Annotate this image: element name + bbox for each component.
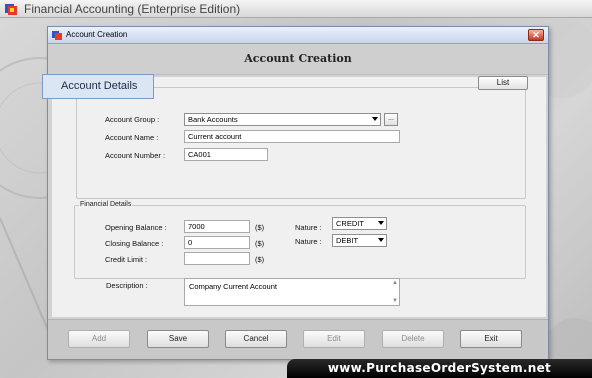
dialog-title-bar: Account Creation ✕ xyxy=(48,27,548,44)
credit-limit-label: Credit Limit : xyxy=(105,255,148,264)
dialog-app-icon xyxy=(52,31,62,40)
description-field[interactable]: Company Current Account ▲ ▼ xyxy=(184,278,400,306)
app-title: Financial Accounting (Enterprise Edition… xyxy=(24,2,241,16)
credit-limit-field[interactable] xyxy=(184,252,250,265)
opening-balance-field[interactable]: 7000 xyxy=(184,220,250,233)
nature-closing-value: DEBIT xyxy=(336,236,359,245)
closing-balance-unit: ($) xyxy=(255,239,265,248)
description-label: Description : xyxy=(106,281,148,290)
account-group-label: Account Group : xyxy=(105,115,160,124)
delete-button[interactable]: Delete xyxy=(382,330,444,348)
nature-select-opening[interactable]: CREDIT xyxy=(332,217,387,230)
dialog-title: Account Creation xyxy=(66,30,128,39)
browse-group-button[interactable]: ... xyxy=(384,113,398,126)
nature-debit-label: Nature : xyxy=(295,237,322,246)
financial-details-title: Financial Details xyxy=(79,201,133,208)
account-name-label: Account Name : xyxy=(105,133,159,142)
chevron-down-icon xyxy=(372,117,378,121)
heading-bar: Account Creation xyxy=(48,45,548,75)
add-button[interactable]: Add xyxy=(68,330,130,348)
nature-select-closing[interactable]: DEBIT xyxy=(332,234,387,247)
chevron-down-icon xyxy=(378,238,384,242)
account-number-field[interactable]: CA001 xyxy=(184,148,268,161)
cancel-button[interactable]: Cancel xyxy=(225,330,287,348)
opening-balance-label: Opening Balance : xyxy=(105,223,167,232)
exit-button[interactable]: Exit xyxy=(460,330,522,348)
close-button[interactable]: ✕ xyxy=(528,29,544,41)
list-button[interactable]: List xyxy=(478,76,528,90)
account-number-label: Account Number : xyxy=(105,151,166,160)
scroll-down-icon[interactable]: ▼ xyxy=(392,298,398,304)
account-name-field[interactable]: Current account xyxy=(184,130,400,143)
save-button[interactable]: Save xyxy=(147,330,209,348)
nature-credit-label: Nature : xyxy=(295,223,322,232)
description-value: Company Current Account xyxy=(189,282,277,291)
account-group-select[interactable]: Bank Accounts xyxy=(184,113,381,126)
page-title: Account Creation xyxy=(244,52,352,65)
app-logo-icon xyxy=(5,4,17,15)
nature-opening-value: CREDIT xyxy=(336,219,364,228)
account-group-value: Bank Accounts xyxy=(188,115,238,124)
credit-limit-unit: ($) xyxy=(255,255,265,264)
chevron-down-icon xyxy=(378,221,384,225)
website-banner: www.PurchaseOrderSystem.net xyxy=(287,359,592,378)
account-details-group xyxy=(76,87,526,199)
action-bar: Add Save Cancel Edit Delete Exit xyxy=(48,319,548,359)
edit-button[interactable]: Edit xyxy=(303,330,365,348)
scroll-up-icon[interactable]: ▲ xyxy=(392,280,398,286)
closing-balance-label: Closing Balance : xyxy=(105,239,164,248)
app-title-bar: Financial Accounting (Enterprise Edition… xyxy=(0,0,592,18)
opening-balance-unit: ($) xyxy=(255,223,265,232)
tab-account-details[interactable]: Account Details xyxy=(42,74,154,99)
closing-balance-field[interactable]: 0 xyxy=(184,236,250,249)
